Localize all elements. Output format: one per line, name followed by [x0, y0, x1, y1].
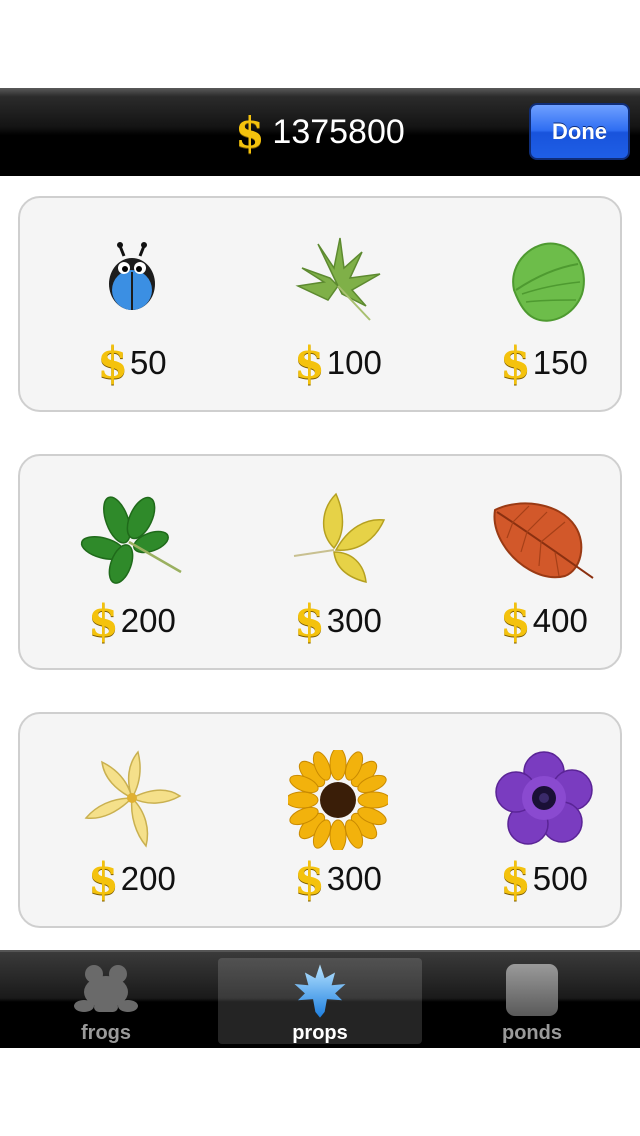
done-button[interactable]: Done — [529, 103, 630, 160]
tab-props[interactable]: props — [218, 958, 422, 1044]
item-price: $ 200 — [88, 853, 176, 905]
pond-icon — [506, 964, 558, 1016]
item-price: $ 200 — [88, 595, 176, 647]
clover-leaf-icon — [80, 496, 182, 584]
shop-item-lily-flower[interactable]: $ 200 — [32, 714, 232, 926]
status-area — [0, 0, 640, 88]
shop-item-red-leaf[interactable]: $ 400 — [444, 456, 640, 668]
dollar-icon: $ — [294, 337, 325, 389]
bug-icon — [109, 242, 155, 310]
tab-props-label: props — [292, 1022, 348, 1044]
tab-ponds[interactable]: ponds — [430, 958, 634, 1044]
item-price: $ 300 — [294, 853, 382, 905]
shop-item-sunflower[interactable]: $ 300 — [238, 714, 438, 926]
item-price: $ 50 — [97, 337, 167, 389]
shop-item-clover-leaf[interactable]: $ 200 — [32, 456, 232, 668]
dollar-icon: $ — [97, 337, 128, 389]
dollar-icon: $ — [294, 595, 325, 647]
shop-item-purple-flower[interactable]: $ 500 — [444, 714, 640, 926]
navigation-bar: $ 1375800 Done — [0, 88, 640, 176]
maple-leaf-icon — [295, 237, 381, 321]
dollar-icon: $ — [294, 853, 325, 905]
maple-leaf-icon — [294, 964, 346, 1018]
tab-bar: frogs props ponds — [0, 950, 640, 1048]
shop-item-round-leaf[interactable]: $ 150 — [444, 198, 640, 410]
tab-ponds-label: ponds — [502, 1022, 562, 1044]
dollar-icon: $ — [235, 107, 265, 157]
dollar-icon: $ — [88, 853, 119, 905]
dollar-icon: $ — [500, 853, 531, 905]
round-leaf-icon — [512, 242, 585, 322]
lily-flower-icon — [84, 750, 182, 848]
item-price: $ 150 — [500, 337, 588, 389]
shop-item-maple-leaf[interactable]: $ 100 — [238, 198, 438, 410]
shop-shelf-3: $ 200 $ 300 $ 500 — [18, 712, 622, 928]
dollar-icon: $ — [500, 595, 531, 647]
item-price: $ 500 — [500, 853, 588, 905]
shop-shelf-1: $ 50 $ 100 $ 150 — [18, 196, 622, 412]
bottom-area — [0, 1048, 640, 1136]
item-price: $ 300 — [294, 595, 382, 647]
tab-frogs-label: frogs — [81, 1022, 131, 1044]
purple-flower-icon — [495, 751, 593, 845]
dollar-icon: $ — [88, 595, 119, 647]
item-price: $ 100 — [294, 337, 382, 389]
balance-value: 1375800 — [272, 112, 405, 151]
sunflower-icon — [288, 750, 388, 850]
frog-icon — [74, 965, 138, 1012]
tab-frogs[interactable]: frogs — [4, 958, 208, 1044]
yellow-leaf-icon — [293, 492, 386, 583]
red-leaf-icon — [493, 502, 594, 579]
item-price: $ 400 — [500, 595, 588, 647]
shop-item-bug[interactable]: $ 50 — [32, 198, 232, 410]
shop-item-yellow-leaf[interactable]: $ 300 — [238, 456, 438, 668]
dollar-icon: $ — [500, 337, 531, 389]
shop-shelf-2: $ 200 $ 300 $ 400 — [18, 454, 622, 670]
